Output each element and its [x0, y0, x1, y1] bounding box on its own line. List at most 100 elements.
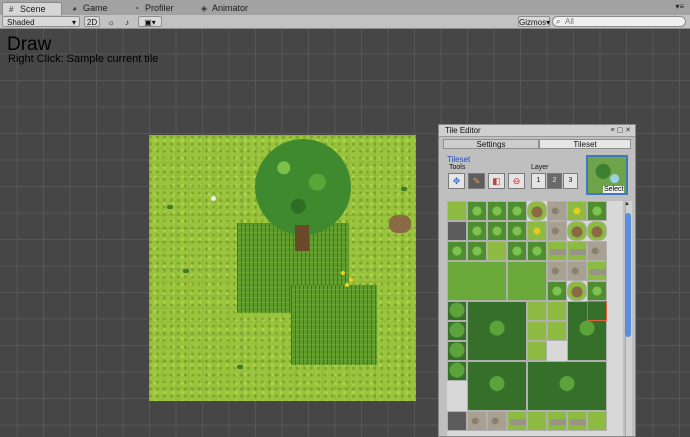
gizmos-dropdown[interactable]: Gizmos▾: [518, 16, 550, 27]
tall-grass-area: [291, 285, 377, 365]
image-icon: ▣: [144, 18, 152, 27]
palette-tile[interactable]: [447, 241, 467, 261]
2d-toggle-label: 2D: [86, 18, 98, 27]
palette-tile[interactable]: [507, 411, 527, 431]
palette-tile[interactable]: [547, 281, 567, 301]
layer-1-label: 1: [536, 177, 541, 184]
white-flower: [211, 196, 216, 201]
palette-tile[interactable]: [567, 411, 587, 431]
palette-tile[interactable]: [507, 201, 527, 221]
palette-tile[interactable]: [447, 321, 467, 341]
gizmos-label: Gizmos: [519, 18, 547, 27]
palette-tile[interactable]: [567, 221, 587, 241]
palette-tile[interactable]: [467, 241, 487, 261]
palette-tile[interactable]: [587, 261, 607, 281]
weed: [237, 365, 243, 369]
2d-toggle-button[interactable]: 2D: [84, 16, 100, 27]
tab-animator[interactable]: ◈ Animator: [195, 2, 259, 15]
palette-tile[interactable]: [487, 411, 507, 431]
palette-tile[interactable]: [487, 221, 507, 241]
tile-editor-window: Tile Editor ≡ ▢ ✕ Settings Tileset Tiles…: [438, 124, 636, 437]
palette-tile[interactable]: [547, 411, 567, 431]
layer-1-button[interactable]: 1: [531, 173, 546, 189]
window-options-icon[interactable]: ≡ ▢ ✕: [611, 125, 631, 136]
palette-tile[interactable]: [587, 221, 607, 241]
palette-tile[interactable]: [527, 301, 547, 321]
palette-tile[interactable]: [467, 361, 527, 411]
layer-3-button[interactable]: 3: [563, 173, 578, 189]
palette-tile[interactable]: [547, 201, 567, 221]
search-icon: ⌕: [556, 17, 561, 26]
palette-tile[interactable]: [507, 261, 547, 301]
palette-tile[interactable]: [447, 341, 467, 361]
scroll-up-icon[interactable]: ▲: [624, 201, 630, 207]
palette-tile[interactable]: [527, 241, 547, 261]
palette-tile[interactable]: [547, 321, 567, 341]
palette-tile[interactable]: [587, 281, 607, 301]
palette-tile[interactable]: [487, 201, 507, 221]
palette-tile[interactable]: [587, 241, 607, 261]
palette-tile[interactable]: [447, 301, 467, 321]
palette-tile[interactable]: [467, 411, 487, 431]
palette-tile[interactable]: [467, 221, 487, 241]
scene-search-input[interactable]: [552, 16, 686, 27]
tile-palette[interactable]: [447, 201, 623, 436]
palette-tile[interactable]: [487, 241, 507, 261]
palette-tile[interactable]: [567, 201, 587, 221]
tab-game[interactable]: ◕ Game: [66, 2, 114, 15]
palette-tile[interactable]: [547, 241, 567, 261]
palette-tile[interactable]: [547, 221, 567, 241]
palette-tile[interactable]: [527, 411, 547, 431]
tile-editor-titlebar[interactable]: Tile Editor ≡ ▢ ✕: [439, 125, 635, 137]
chevron-down-icon: ▾: [71, 18, 76, 27]
palette-tile[interactable]: [447, 221, 467, 241]
tab-scene[interactable]: # Scene: [2, 2, 62, 15]
palette-tile[interactable]: [467, 301, 527, 361]
weed: [183, 269, 189, 273]
effects-dropdown[interactable]: ▣▾: [138, 16, 162, 27]
palette-tile[interactable]: [527, 341, 547, 361]
chevron-down-icon: ▾: [546, 18, 551, 27]
palette-tile[interactable]: [567, 241, 587, 261]
palette-tile[interactable]: [447, 261, 507, 301]
tab-profiler[interactable]: ◔ Profiler: [128, 2, 190, 15]
palette-tile[interactable]: [587, 201, 607, 221]
weed: [401, 187, 407, 191]
palette-tile[interactable]: [447, 411, 467, 431]
palette-tile[interactable]: [447, 361, 467, 381]
palette-tile[interactable]: [587, 411, 607, 431]
audio-icon[interactable]: ♪: [120, 16, 134, 27]
tab-game-label: Game: [83, 3, 108, 13]
palette-tile[interactable]: [527, 201, 547, 221]
move-tool-icon[interactable]: ✥: [448, 173, 465, 189]
eraser-tool-icon[interactable]: ◧: [488, 173, 505, 189]
palette-tile[interactable]: [467, 201, 487, 221]
profiler-icon: ◔: [134, 4, 139, 13]
palette-tile[interactable]: [547, 301, 567, 321]
palette-tile[interactable]: [527, 221, 547, 241]
tab-tileset[interactable]: Tileset: [539, 139, 631, 149]
palette-tile[interactable]: [527, 321, 547, 341]
layer-2-button[interactable]: 2: [547, 173, 562, 189]
tree-stump: [389, 215, 411, 233]
palette-tile[interactable]: [507, 241, 527, 261]
weed: [167, 205, 173, 209]
palette-tile[interactable]: [567, 281, 587, 301]
palette-tile[interactable]: [567, 261, 587, 281]
tab-options-icon[interactable]: ▾≡: [675, 2, 684, 11]
thumbnail-select-label: Select: [603, 186, 625, 193]
palette-tile[interactable]: [547, 261, 567, 281]
paint-tool-icon[interactable]: ✎: [468, 173, 485, 189]
shading-mode-dropdown[interactable]: Shaded ▾: [2, 16, 80, 27]
tab-settings[interactable]: Settings: [443, 139, 539, 149]
delete-tool-icon[interactable]: ⊖: [508, 173, 525, 189]
palette-tile-selected[interactable]: [587, 301, 607, 321]
tilemap[interactable]: [149, 135, 416, 401]
palette-scrollbar-thumb[interactable]: [625, 213, 631, 337]
palette-tile[interactable]: [507, 221, 527, 241]
tileset-section-title: Tileset: [447, 155, 471, 164]
palette-tile[interactable]: [447, 201, 467, 221]
tree: [255, 139, 351, 235]
lighting-icon[interactable]: ☼: [104, 16, 118, 27]
palette-tile[interactable]: [527, 361, 607, 411]
